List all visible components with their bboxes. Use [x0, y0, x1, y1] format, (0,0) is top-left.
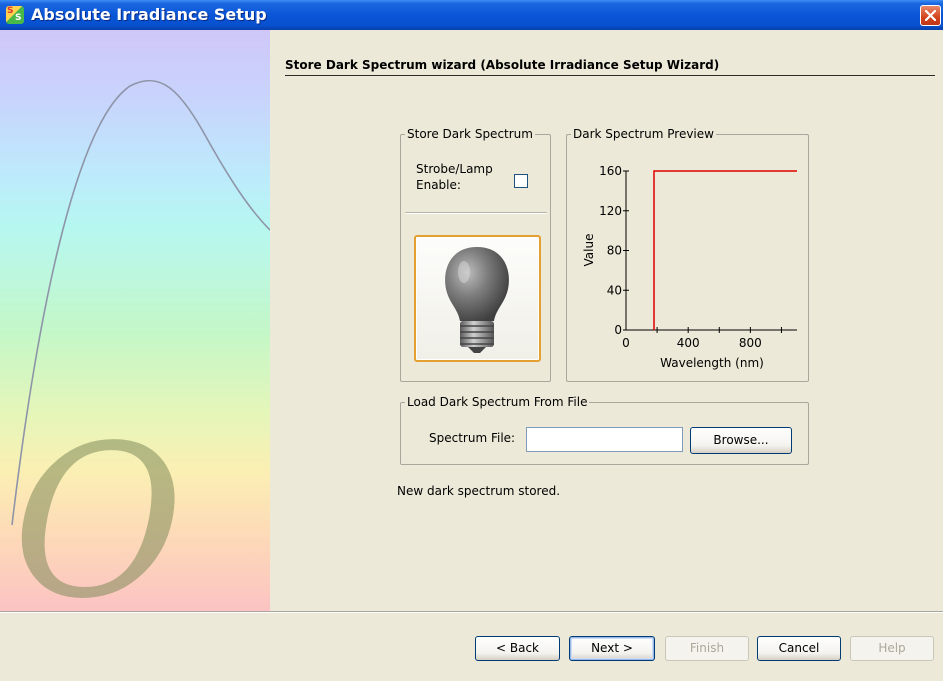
dark-spectrum-preview-group: Dark Spectrum Preview 0 40 80 120 160 0 400 80… [566, 127, 809, 382]
y-tick-label: 80 [607, 244, 622, 258]
y-tick-label: 160 [599, 164, 622, 178]
y-tick-label: 120 [599, 204, 622, 218]
wizard-title: Store Dark Spectrum wizard (Absolute Irr… [285, 58, 720, 72]
window-title: Absolute Irradiance Setup [31, 5, 267, 24]
y-axis-ticks: 0 40 80 120 160 [599, 164, 629, 337]
chart-series [653, 170, 797, 330]
spectrum-file-input[interactable] [526, 427, 683, 452]
cancel-button[interactable]: Cancel [757, 636, 841, 661]
y-tick-label: 0 [614, 323, 622, 337]
load-dark-spectrum-group: Load Dark Spectrum From File Spectrum Fi… [400, 395, 809, 465]
help-button[interactable]: Help [850, 636, 934, 661]
y-tick-label: 40 [607, 283, 622, 297]
title-divider [285, 75, 935, 76]
load-dark-spectrum-legend: Load Dark Spectrum From File [405, 395, 590, 409]
spectrum-curve-graphic: O [11, 79, 270, 611]
x-tick-label: 800 [739, 336, 762, 350]
strobe-lamp-label: Strobe/Lamp Enable: [416, 162, 493, 192]
browse-button[interactable]: Browse... [690, 427, 792, 454]
light-bulb-icon [445, 247, 509, 353]
close-icon [925, 10, 936, 21]
series-line [653, 170, 797, 330]
store-dark-separator [405, 212, 547, 214]
title-bar[interactable]: SS Absolute Irradiance Setup [0, 0, 943, 30]
strobe-lamp-checkbox[interactable] [514, 174, 528, 188]
status-message: New dark spectrum stored. [397, 484, 561, 498]
wizard-side-banner: O [0, 30, 270, 611]
store-dark-spectrum-button[interactable] [414, 235, 541, 362]
footer-divider [0, 611, 943, 613]
store-dark-spectrum-legend: Store Dark Spectrum [405, 127, 535, 141]
x-axis-label: Wavelength (nm) [660, 356, 764, 370]
dark-spectrum-chart: 0 40 80 120 160 0 400 800 Wavelength (nm) Valu… [582, 164, 797, 370]
x-tick-label: 400 [677, 336, 700, 350]
y-axis-label: Value [582, 234, 596, 267]
banner-logo-glyph: O [12, 400, 184, 611]
next-button[interactable]: Next > [569, 636, 655, 661]
wizard-window: SS Absolute Irradiance Setup O Store Dar… [0, 0, 943, 681]
store-dark-spectrum-group: Store Dark Spectrum Strobe/Lamp Enable: [400, 127, 551, 382]
spectrasuite-icon: SS [6, 6, 24, 24]
spectrum-file-label: Spectrum File: [429, 431, 516, 445]
close-button[interactable] [920, 5, 941, 26]
finish-button[interactable]: Finish [665, 636, 749, 661]
back-button[interactable]: < Back [475, 636, 560, 661]
x-tick-label: 0 [622, 336, 630, 350]
